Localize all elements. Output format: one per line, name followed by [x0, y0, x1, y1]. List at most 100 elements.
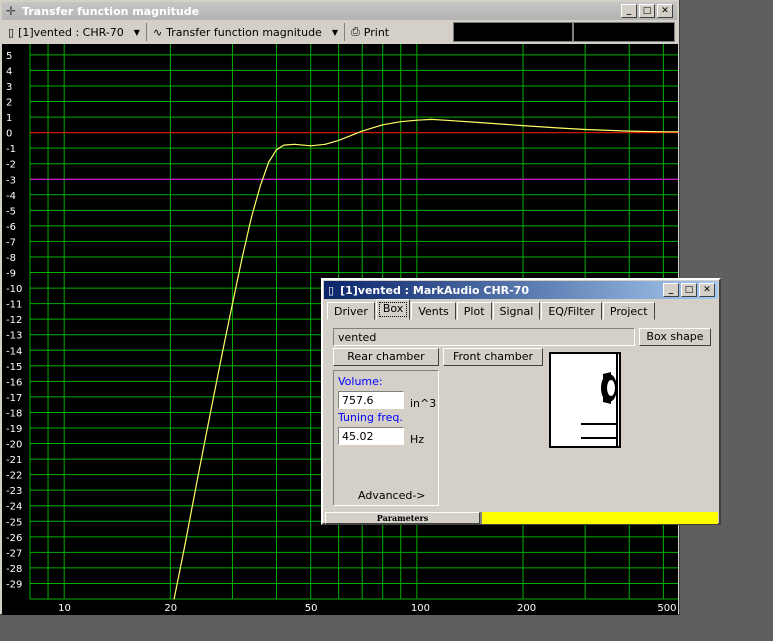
- y-tick-label: -6: [6, 222, 16, 233]
- minimize-button[interactable]: _: [621, 4, 637, 18]
- print-button[interactable]: ⎙ Print: [345, 23, 395, 41]
- dialog-maximize-button[interactable]: □: [681, 283, 697, 297]
- y-tick-label: -8: [6, 253, 16, 264]
- close-button[interactable]: ✕: [657, 4, 673, 18]
- y-tick-label: 5: [6, 51, 12, 62]
- maximize-button[interactable]: □: [639, 4, 655, 18]
- advanced-button[interactable]: Advanced->: [358, 489, 426, 502]
- wave-icon: ∿: [152, 25, 163, 39]
- tuning-label: Tuning freq.: [338, 411, 403, 424]
- dialog-tabs: Driver Box Vents Plot Signal EQ/Filter P…: [327, 299, 715, 322]
- y-tick-label: -12: [6, 315, 22, 326]
- volume-input[interactable]: 757.6: [338, 391, 404, 409]
- y-tick-label: -9: [6, 269, 16, 280]
- tab-driver[interactable]: Driver: [327, 302, 375, 320]
- y-tick-label: 0: [6, 129, 12, 140]
- y-tick-label: -20: [6, 440, 22, 451]
- y-tick-label: -2: [6, 160, 16, 171]
- y-tick-label: -21: [6, 455, 22, 466]
- series-point: [259, 184, 261, 187]
- series-point: [662, 131, 665, 133]
- dialog-title: [1]vented : MarkAudio CHR-70: [340, 283, 529, 297]
- tab-eq-filter[interactable]: EQ/Filter: [541, 302, 602, 320]
- series-point: [416, 119, 418, 121]
- series-point: [400, 121, 402, 123]
- x-tick-label: 100: [411, 603, 430, 614]
- printer-icon: ⎙: [350, 25, 360, 38]
- series-point: [556, 127, 558, 129]
- x-tick-label: 10: [58, 603, 71, 614]
- box-shape-button[interactable]: Box shape: [639, 328, 711, 346]
- tab-box[interactable]: Box: [375, 299, 411, 320]
- tab-vents[interactable]: Vents: [411, 302, 456, 320]
- y-tick-label: -26: [6, 533, 22, 544]
- x-tick-label: 20: [164, 603, 177, 614]
- y-tick-label: -3: [6, 175, 16, 186]
- x-tick-label: 200: [517, 603, 536, 614]
- series-point: [628, 130, 630, 132]
- y-tick-label: 3: [6, 82, 12, 93]
- series-point: [231, 303, 234, 305]
- volume-unit: in^3: [410, 397, 437, 410]
- tab-plot[interactable]: Plot: [456, 302, 492, 320]
- dialog-titlebar[interactable]: ▯ [1]vented : MarkAudio CHR-70 _ □ ✕: [324, 281, 718, 299]
- series-point: [268, 161, 270, 163]
- front-chamber-button[interactable]: Front chamber: [443, 348, 543, 366]
- chamber-params-group: Volume: 757.6 in^3 Tuning freq. 45.02 Hz…: [333, 370, 439, 506]
- series-point: [283, 144, 285, 146]
- speaker-icon: ▯: [328, 283, 335, 297]
- y-tick-label: -19: [6, 424, 22, 435]
- tuning-input[interactable]: 45.02: [338, 427, 404, 445]
- y-tick-label: -18: [6, 408, 22, 419]
- status-progress-fill: [482, 512, 718, 524]
- main-titlebar[interactable]: ✛ Transfer function magnitude _ □ ✕: [2, 2, 677, 20]
- x-tick-label: 50: [305, 603, 318, 614]
- y-tick-label: -14: [6, 346, 22, 357]
- plot-dropdown[interactable]: ∿ Transfer function magnitude ▼: [147, 23, 345, 41]
- series-point: [522, 125, 524, 127]
- tab-project[interactable]: Project: [602, 302, 655, 320]
- y-tick-label: -1: [6, 144, 16, 155]
- y-tick-label: -24: [6, 502, 22, 513]
- status-label: Parameters: [325, 512, 480, 524]
- series-point: [209, 411, 212, 414]
- readout-box-2: [573, 22, 675, 42]
- chevron-down-icon: ▼: [331, 27, 338, 37]
- project-dropdown[interactable]: ▯ [1]vented : CHR-70 ▼: [2, 23, 147, 41]
- y-tick-label: -29: [6, 579, 22, 590]
- main-title: Transfer function magnitude: [22, 4, 200, 18]
- y-tick-label: -7: [6, 237, 16, 248]
- y-tick-label: -28: [6, 564, 22, 575]
- series-point: [173, 598, 175, 600]
- speaker-icon: ▯: [8, 25, 15, 39]
- series-point: [184, 543, 186, 546]
- box-preview: [549, 352, 621, 448]
- y-tick-label: -5: [6, 206, 16, 217]
- series-point: [478, 121, 480, 124]
- status-bar: Parameters: [325, 512, 718, 524]
- dialog-close-button[interactable]: ✕: [699, 283, 715, 297]
- y-tick-label: -27: [6, 548, 22, 559]
- y-tick-label: -13: [6, 331, 22, 342]
- series-point: [197, 474, 199, 476]
- print-label: Print: [363, 25, 390, 39]
- y-tick-label: 2: [6, 98, 12, 109]
- series-point: [361, 130, 363, 132]
- chevron-down-icon: ▼: [133, 27, 140, 37]
- box-diagram: [551, 354, 619, 446]
- series-point: [251, 215, 253, 218]
- rear-chamber-button[interactable]: Rear chamber: [333, 348, 439, 366]
- y-tick-label: -11: [6, 300, 22, 311]
- project-dropdown-label: [1]vented : CHR-70: [18, 25, 124, 39]
- y-tick-label: -17: [6, 393, 22, 404]
- x-tick-label: 500: [657, 603, 676, 614]
- y-tick-label: -4: [6, 191, 16, 202]
- series-point: [241, 256, 243, 258]
- y-tick-label: -15: [6, 362, 22, 373]
- tab-signal[interactable]: Signal: [492, 302, 541, 320]
- dialog-minimize-button[interactable]: _: [663, 283, 679, 297]
- plot-dropdown-label: Transfer function magnitude: [166, 25, 322, 39]
- series-point: [584, 128, 586, 131]
- crosshair-icon: ✛: [6, 4, 17, 18]
- volume-label: Volume:: [338, 375, 383, 388]
